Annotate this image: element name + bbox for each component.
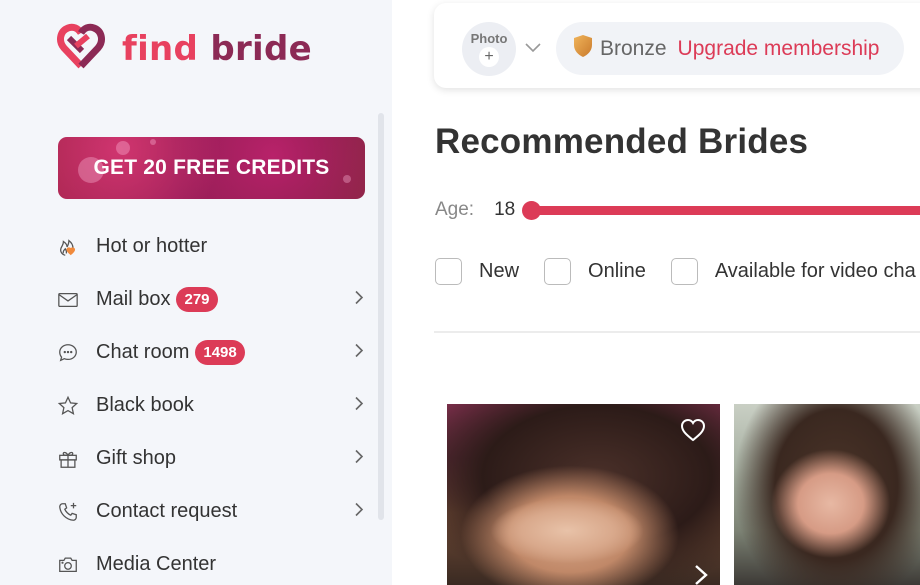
sparkle-decoration	[343, 175, 351, 183]
sparkle-decoration	[150, 139, 156, 145]
chat-bubble-icon	[56, 341, 80, 365]
get-free-credits-button[interactable]: GET 20 FREE CREDITS	[58, 137, 365, 199]
age-filter: Age: 18	[435, 199, 920, 221]
add-photo-avatar[interactable]: Photo +	[462, 22, 516, 76]
logo-text: find bride	[122, 32, 312, 66]
sidebar-item-label: Black book	[96, 394, 194, 416]
plus-icon: +	[479, 47, 499, 67]
gift-icon	[56, 447, 80, 471]
sidebar-item-label: Contact request	[96, 500, 238, 522]
promo-button-label: GET 20 FREE CREDITS	[93, 156, 330, 179]
sidebar-item-label: Mail box	[96, 288, 171, 310]
sidebar-item-label: Media Center	[96, 553, 217, 575]
age-label: Age:	[435, 199, 475, 220]
logo[interactable]: find bride	[56, 22, 312, 75]
logo-bride: bride	[210, 28, 313, 69]
page-title: Recommended Brides	[435, 122, 809, 161]
mail-count-badge: 279	[176, 287, 218, 312]
favorite-heart-icon[interactable]	[680, 418, 706, 442]
star-icon	[56, 394, 80, 418]
sidebar-item-label: Chat room	[96, 341, 190, 363]
profile-card[interactable]	[447, 404, 720, 585]
sidebar-item-label: Gift shop	[96, 447, 177, 469]
slider-track[interactable]	[524, 206, 920, 215]
online-checkbox[interactable]	[544, 258, 572, 285]
new-checkbox[interactable]	[435, 258, 462, 285]
sidebar: find bride GET 20 FREE CREDITS Hot or ho…	[0, 0, 392, 585]
sidebar-item-mail-box[interactable]: Mail box 279	[56, 273, 366, 326]
chevron-right-icon[interactable]	[694, 564, 708, 585]
profile-card[interactable]	[734, 404, 920, 585]
filter-checkboxes: New Online Available for video cha	[435, 258, 920, 285]
age-range-slider[interactable]	[522, 200, 920, 220]
filter-online[interactable]: Online	[544, 258, 646, 285]
age-min-value: 18	[494, 199, 516, 220]
logo-find: find	[122, 28, 199, 69]
membership-level: Bronze	[600, 36, 667, 60]
sidebar-scrollbar[interactable]	[378, 113, 384, 520]
chevron-right-icon	[354, 341, 364, 364]
filter-label: Available for video cha	[714, 260, 916, 282]
video-chat-checkbox[interactable]	[670, 258, 698, 285]
sidebar-item-gift-shop[interactable]: Gift shop	[56, 432, 366, 485]
bronze-shield-icon	[572, 34, 594, 63]
envelope-icon	[56, 288, 80, 312]
sidebar-item-chat-room[interactable]: Chat room 1498	[56, 326, 366, 379]
sparkle-decoration	[116, 141, 130, 155]
sidebar-nav: Hot or hotter Mail box 279 Chat room 149…	[56, 220, 366, 585]
chevron-right-icon	[354, 500, 364, 523]
chevron-right-icon	[354, 288, 364, 311]
phone-plus-icon	[56, 500, 80, 524]
sidebar-item-black-book[interactable]: Black book	[56, 379, 366, 432]
camera-icon	[56, 553, 80, 577]
filter-video-chat[interactable]: Available for video cha	[670, 258, 916, 285]
sidebar-item-label: Hot or hotter	[96, 235, 208, 257]
photo-label: Photo	[470, 31, 508, 46]
chevron-right-icon	[354, 394, 364, 417]
upgrade-membership-link[interactable]: Upgrade membership	[678, 37, 880, 61]
chat-count-badge: 1498	[195, 340, 245, 365]
flame-heart-icon	[56, 235, 80, 259]
sidebar-item-hot-or-hotter[interactable]: Hot or hotter	[56, 220, 366, 273]
membership-pill: Bronze Upgrade membership	[556, 22, 904, 75]
chevron-right-icon	[354, 447, 364, 470]
filter-label: New	[479, 260, 520, 282]
filter-label: Online	[588, 260, 646, 282]
sidebar-item-media-center[interactable]: Media Center	[56, 538, 366, 585]
sidebar-item-contact-request[interactable]: Contact request	[56, 485, 366, 538]
filter-new[interactable]: New	[435, 258, 519, 285]
divider	[434, 331, 920, 333]
chevron-down-icon[interactable]	[525, 40, 541, 58]
logo-heart-icon	[56, 22, 106, 75]
slider-min-handle[interactable]	[522, 201, 542, 220]
top-header: Photo + Bronze Upgrade membership	[434, 3, 920, 88]
